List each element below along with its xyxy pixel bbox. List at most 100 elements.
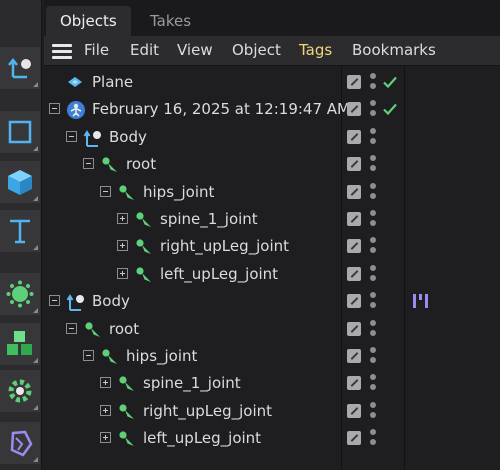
tree-row[interactable]: Plane	[44, 69, 500, 96]
editable-toggle-icon[interactable]	[347, 294, 361, 309]
visibility-dots-icon[interactable]	[370, 235, 376, 257]
joint-icon	[134, 210, 152, 228]
editable-toggle-icon[interactable]	[347, 321, 361, 336]
joint-icon	[134, 265, 152, 283]
visibility-dots-icon[interactable]	[370, 71, 376, 93]
editable-toggle-icon[interactable]	[347, 102, 361, 117]
menu-file[interactable]: File	[84, 41, 109, 59]
spline-pen-icon	[5, 53, 35, 83]
collapse-icon[interactable]	[66, 130, 77, 142]
collapse-icon[interactable]	[83, 158, 94, 170]
tree-item-label: spine_1_joint	[160, 210, 258, 228]
menu-view[interactable]: View	[177, 41, 213, 59]
tree-item-label: right_upLeg_joint	[143, 401, 273, 420]
volume-tool-button[interactable]	[0, 323, 40, 365]
editable-toggle-icon[interactable]	[347, 349, 361, 363]
tree-item-label: root	[126, 155, 157, 174]
menu-object[interactable]: Object	[232, 41, 281, 59]
editable-toggle-icon[interactable]	[347, 403, 361, 418]
tree-row[interactable]: hips_joint	[44, 179, 500, 206]
cloner-icon	[5, 279, 35, 309]
tree-row[interactable]: left_upLeg_joint	[44, 425, 500, 452]
visibility-dots-icon[interactable]	[370, 318, 376, 340]
expand-icon[interactable]	[100, 432, 111, 444]
visibility-dots-icon[interactable]	[370, 98, 376, 120]
tree-row[interactable]: root	[44, 151, 500, 178]
joint-icon	[134, 237, 152, 255]
joint-icon	[100, 347, 118, 365]
tree-row[interactable]: right_upLeg_joint	[44, 398, 500, 425]
visibility-dots-icon[interactable]	[370, 153, 376, 175]
volume-icon	[5, 329, 35, 359]
visibility-dots-icon[interactable]	[370, 345, 376, 367]
tree-row[interactable]: February 16, 2025 at 12:19:47 AM	[44, 96, 500, 123]
visibility-dots-icon[interactable]	[370, 372, 376, 394]
ik-tag-icon[interactable]	[412, 293, 430, 313]
editable-toggle-icon[interactable]	[347, 157, 361, 172]
tree-item-label: Plane	[92, 73, 134, 91]
tab-takes[interactable]: Takes	[136, 6, 205, 36]
tree-item-label: spine_1_joint	[143, 374, 241, 393]
text-icon	[5, 216, 35, 246]
visibility-dots-icon[interactable]	[370, 263, 376, 285]
tree-row[interactable]: Body	[44, 288, 500, 315]
deformer-icon	[5, 428, 35, 458]
menu-tags[interactable]: Tags	[299, 41, 332, 59]
menu-edit[interactable]: Edit	[130, 41, 159, 59]
null-object-icon	[66, 100, 85, 120]
joint-icon	[100, 155, 118, 173]
tree-row[interactable]: root	[44, 316, 500, 343]
editable-toggle-icon[interactable]	[347, 239, 361, 254]
cube-icon	[5, 167, 35, 197]
spline-pen-tool-button[interactable]	[0, 47, 40, 89]
tree-row[interactable]: Body	[44, 124, 500, 151]
expand-icon[interactable]	[100, 404, 111, 416]
tab-objects[interactable]: Objects	[46, 6, 131, 36]
editable-toggle-icon[interactable]	[347, 376, 361, 391]
tree-row[interactable]: right_upLeg_joint	[44, 233, 500, 260]
collapse-icon[interactable]	[83, 350, 94, 361]
editable-toggle-icon[interactable]	[347, 431, 361, 446]
panel-tabs: Objects Takes	[44, 0, 500, 36]
collapse-icon[interactable]	[49, 295, 60, 307]
editable-toggle-icon[interactable]	[347, 266, 361, 281]
visibility-dots-icon[interactable]	[370, 400, 376, 422]
rectangle-tool-button[interactable]	[0, 111, 40, 153]
expand-icon[interactable]	[100, 377, 111, 389]
gear-tool-button[interactable]	[0, 370, 40, 412]
collapse-icon[interactable]	[66, 322, 77, 334]
collapse-icon[interactable]	[100, 185, 111, 197]
tree-row[interactable]: spine_1_joint	[44, 206, 500, 233]
tree-item-label: Body	[92, 292, 130, 311]
tree-row[interactable]: spine_1_joint	[44, 370, 500, 397]
gear-icon	[5, 376, 35, 406]
skin-body-icon	[83, 128, 101, 147]
enabled-check-icon[interactable]	[382, 101, 398, 121]
expand-icon[interactable]	[117, 240, 128, 252]
text-tool-button[interactable]	[0, 210, 40, 252]
visibility-dots-icon[interactable]	[370, 126, 376, 148]
cube-tool-button[interactable]	[0, 161, 40, 203]
editable-toggle-icon[interactable]	[347, 75, 361, 89]
expand-icon[interactable]	[117, 213, 128, 224]
editable-toggle-icon[interactable]	[347, 184, 361, 199]
visibility-dots-icon[interactable]	[370, 427, 376, 449]
editable-toggle-icon[interactable]	[347, 129, 361, 144]
tree-item-label: February 16, 2025 at 12:19:47 AM	[92, 100, 350, 119]
menu-bookmarks[interactable]: Bookmarks	[352, 41, 436, 59]
hamburger-menu-icon[interactable]	[52, 44, 72, 59]
tree-row[interactable]: hips_joint	[44, 343, 500, 370]
visibility-dots-icon[interactable]	[370, 290, 376, 312]
editable-toggle-icon[interactable]	[347, 212, 361, 226]
tool-palette	[0, 0, 42, 470]
expand-icon[interactable]	[117, 267, 128, 279]
tree-row[interactable]: left_upLeg_joint	[44, 261, 500, 288]
joint-icon	[117, 402, 135, 420]
joint-icon	[117, 183, 135, 201]
deformer-tool-button[interactable]	[0, 422, 40, 464]
collapse-icon[interactable]	[49, 103, 60, 115]
cloner-tool-button[interactable]	[0, 273, 40, 315]
visibility-dots-icon[interactable]	[370, 181, 376, 203]
visibility-dots-icon[interactable]	[370, 208, 376, 230]
enabled-check-icon[interactable]	[382, 74, 398, 94]
